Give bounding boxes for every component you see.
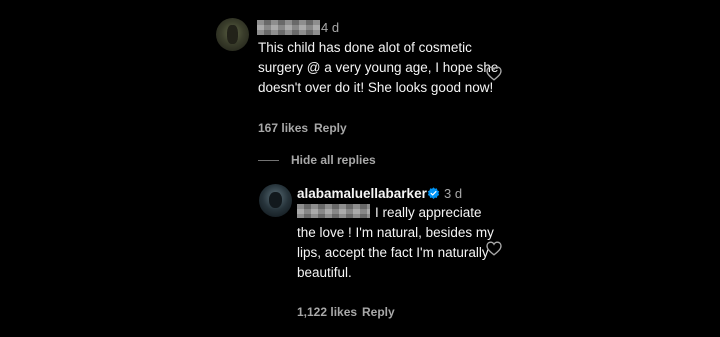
redacted-username <box>257 20 320 35</box>
reply-author-avatar[interactable] <box>259 184 292 217</box>
comment-likes-count[interactable]: 167 likes <box>258 121 308 135</box>
reply-likes-count[interactable]: 1,122 likes <box>297 305 357 319</box>
reply-timestamp[interactable]: 3 d <box>444 186 462 201</box>
verified-badge-icon <box>427 187 440 200</box>
commenter-avatar[interactable] <box>216 18 249 51</box>
heart-icon[interactable] <box>486 66 502 81</box>
comment-timestamp[interactable]: 4 d <box>321 20 339 35</box>
comment-reply-button[interactable]: Reply <box>314 121 347 135</box>
comment-text: This child has done alot of cosmetic sur… <box>258 40 499 95</box>
hide-replies-button[interactable]: Hide all replies <box>291 153 376 167</box>
reply-reply-button[interactable]: Reply <box>362 305 395 319</box>
reply-username[interactable]: alabamaluellabarker <box>297 186 427 201</box>
heart-icon[interactable] <box>486 241 502 256</box>
replies-divider-line <box>258 160 279 161</box>
reply-text-block: I really appreciate the love ! I'm natur… <box>297 203 497 283</box>
reply-text: I really appreciate the love ! I'm natur… <box>297 205 494 280</box>
